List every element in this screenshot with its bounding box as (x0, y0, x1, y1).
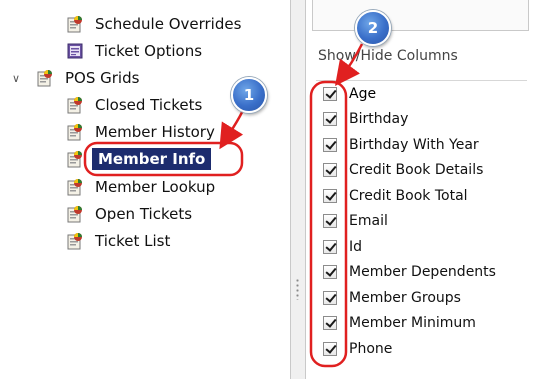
tree-item-member-history[interactable]: Member History (66, 120, 218, 144)
column-checkbox[interactable] (323, 316, 337, 331)
column-option-label: Member Minimum (349, 315, 476, 332)
tree-item-label: Ticket Options (95, 42, 203, 60)
tree-item-ticket-list[interactable]: Ticket List (66, 229, 173, 253)
column-option-row[interactable]: Age (316, 81, 527, 107)
report-icon (66, 232, 84, 250)
column-option-row[interactable]: Email (316, 209, 527, 235)
column-option-label: Phone (349, 340, 393, 357)
step-1-badge: 1 (231, 77, 267, 113)
column-option-label: Member Groups (349, 289, 461, 306)
column-option-row[interactable]: Credit Book Details (316, 158, 527, 184)
tree-item-pos-grids[interactable]: POS Grids (36, 66, 142, 90)
column-option-label: Birthday (349, 111, 409, 128)
tree-item-ticket-options[interactable]: Ticket Options (66, 39, 205, 63)
column-checklist: Age Birthday Birthday With Year Credit Book… (316, 80, 527, 362)
tree-item-label: Member Info (92, 148, 212, 170)
tree-item-member-info[interactable]: Member Info (66, 147, 212, 171)
column-option-label: Credit Book Total (349, 187, 468, 204)
column-checkbox[interactable] (323, 290, 337, 305)
report-icon (66, 178, 84, 196)
tree-item-label: POS Grids (65, 69, 140, 87)
column-checkbox[interactable] (323, 86, 337, 101)
tree-item-label: Schedule Overrides (95, 15, 242, 33)
splitter-grip-icon[interactable] (296, 278, 299, 300)
step-2-badge: 2 (355, 10, 391, 46)
tree-item-member-lookup[interactable]: Member Lookup (66, 175, 218, 199)
report-icon (66, 96, 84, 114)
options-icon (66, 42, 84, 60)
tree-item-label: Open Tickets (95, 205, 193, 223)
section-label: Show/Hide Columns (318, 48, 458, 64)
column-option-label: Email (349, 213, 388, 230)
report-icon (66, 123, 84, 141)
column-option-row[interactable]: Member Groups (316, 285, 527, 311)
tree-item-label: Member History (95, 123, 215, 141)
tree-item-open-tickets[interactable]: Open Tickets (66, 202, 195, 226)
panel-header (312, 0, 529, 31)
column-checkbox[interactable] (323, 341, 337, 356)
column-option-label: Credit Book Details (349, 162, 484, 179)
column-checkbox[interactable] (323, 265, 337, 280)
column-checkbox[interactable] (323, 163, 337, 178)
tree-item-schedule-overrides[interactable]: Schedule Overrides (66, 12, 244, 36)
report-icon (66, 15, 84, 33)
navigation-tree: ∨ Schedule Overrides Ticket Options POS … (0, 0, 291, 379)
column-option-label: Member Dependents (349, 264, 496, 281)
column-option-label: Birthday With Year (349, 136, 479, 153)
tree-item-label: Member Lookup (95, 178, 216, 196)
column-checkbox[interactable] (323, 137, 337, 152)
column-option-label: Id (349, 238, 363, 255)
column-option-label: Age (349, 85, 377, 102)
column-options-panel: Show/Hide Columns Age Birthday Birthday Wi… (306, 0, 533, 379)
column-checkbox[interactable] (323, 214, 337, 229)
column-checkbox[interactable] (323, 112, 337, 127)
column-option-row[interactable]: Member Minimum (316, 311, 527, 337)
report-icon (66, 150, 84, 168)
column-option-row[interactable]: Birthday (316, 107, 527, 133)
tree-item-label: Closed Tickets (95, 96, 203, 114)
column-option-row[interactable]: Phone (316, 336, 527, 362)
column-checkbox[interactable] (323, 239, 337, 254)
column-option-row[interactable]: Credit Book Total (316, 183, 527, 209)
report-icon (66, 205, 84, 223)
tree-item-label: Ticket List (95, 232, 171, 250)
column-option-row[interactable]: Id (316, 234, 527, 260)
column-checkbox[interactable] (323, 188, 337, 203)
chevron-down-icon[interactable]: ∨ (12, 72, 20, 85)
column-option-row[interactable]: Birthday With Year (316, 132, 527, 158)
column-option-row[interactable]: Member Dependents (316, 260, 527, 286)
tree-item-closed-tickets[interactable]: Closed Tickets (66, 93, 205, 117)
pane-splitter[interactable] (291, 0, 306, 379)
report-icon (36, 69, 54, 87)
